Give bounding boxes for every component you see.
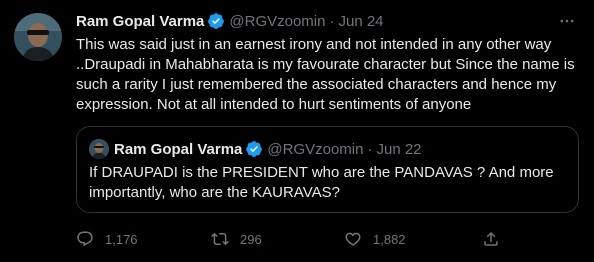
reply-count: 1,176 <box>105 231 138 247</box>
avatar-photo <box>14 13 62 61</box>
like-icon <box>345 232 361 246</box>
tweet-header: Ram Gopal Varma @RGVzoomin · Jun 24 <box>76 11 384 31</box>
reply-button[interactable]: 1,176 <box>76 228 138 250</box>
share-icon <box>484 231 498 246</box>
retweet-icon <box>211 232 229 246</box>
quoted-author-avatar <box>89 139 109 159</box>
retweet-button[interactable]: 296 <box>211 228 262 250</box>
more-options-icon[interactable] <box>556 11 578 31</box>
tweet-text-line: This was said just in an earnest irony a… <box>76 36 552 53</box>
verified-badge-icon <box>207 12 225 30</box>
quoted-tweet[interactable]: Ram Gopal Varma @RGVzoomin · Jun 22 If D… <box>76 126 579 213</box>
author-avatar[interactable] <box>14 13 62 61</box>
tweet-text-line: expression. Not at all intended to hurt … <box>76 96 472 113</box>
separator-dot: · <box>329 12 335 30</box>
tweet-date[interactable]: Jun 24 <box>338 13 383 30</box>
quoted-author-name: Ram Gopal Varma <box>114 140 243 158</box>
action-bar: 1,176 296 1,882 <box>76 228 586 250</box>
quoted-tweet-text-line: If DRAUPADI is the PRESIDENT who are the… <box>89 164 554 181</box>
reply-icon <box>77 231 93 247</box>
tweet-text: This was said just in an earnest irony a… <box>76 35 588 115</box>
retweet-count: 296 <box>240 231 262 247</box>
tweet-text-line: ..Draupadi in Mahabharata is my favourat… <box>76 56 575 73</box>
quoted-tweet-text-line: importantly, who are the KAURAVAS? <box>89 184 340 201</box>
like-count: 1,882 <box>373 231 406 247</box>
tweet-text-line: such a rarity I just remembered the asso… <box>76 76 557 93</box>
separator-dot: · <box>367 140 373 158</box>
like-button[interactable]: 1,882 <box>344 228 406 250</box>
quoted-tweet-date: Jun 22 <box>376 140 422 158</box>
verified-badge-icon <box>245 140 263 158</box>
quoted-tweet-header: Ram Gopal Varma @RGVzoomin · Jun 22 <box>114 139 422 159</box>
quoted-author-handle: @RGVzoomin <box>267 140 364 158</box>
quoted-tweet-text: If DRAUPADI is the PRESIDENT who are the… <box>89 163 567 203</box>
author-handle[interactable]: @RGVzoomin <box>229 13 325 30</box>
share-button[interactable] <box>482 228 500 250</box>
tweet[interactable]: Ram Gopal Varma @RGVzoomin · Jun 24 This… <box>0 0 594 262</box>
author-name[interactable]: Ram Gopal Varma <box>76 13 204 30</box>
